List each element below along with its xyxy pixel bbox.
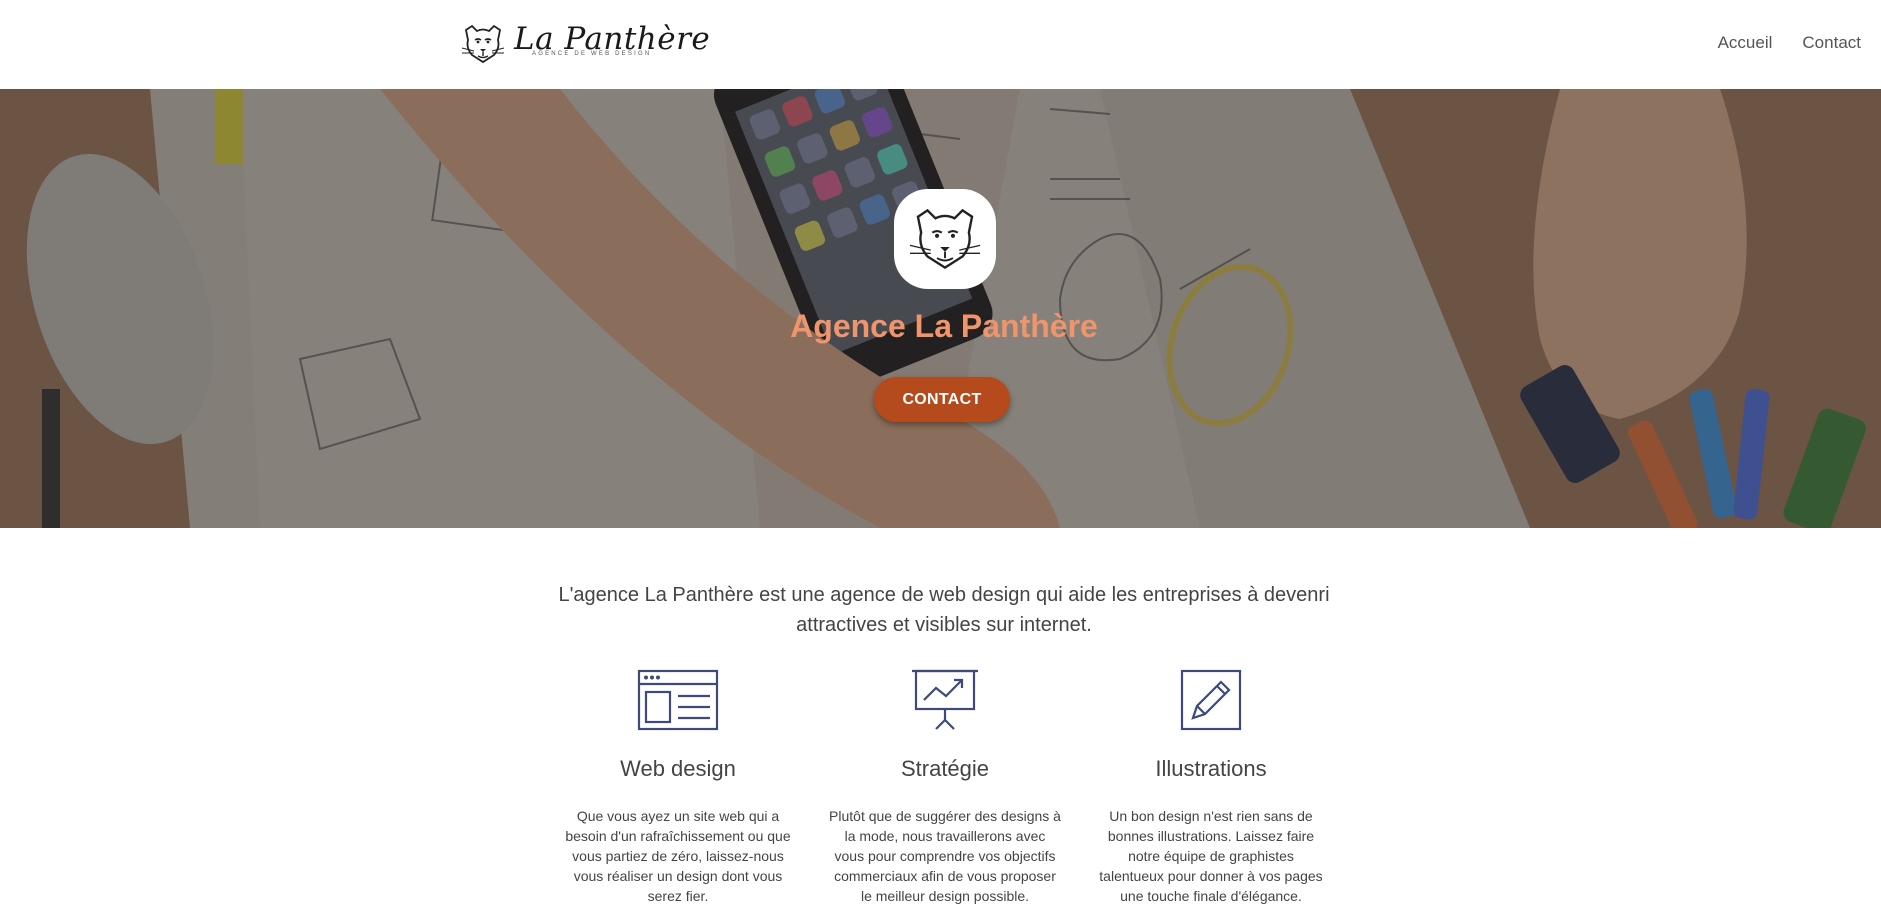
hero-logo-badge [894,189,996,289]
pencil-edit-icon [1180,669,1242,731]
logo-wordmark: La Panthère AGENCE DE WEB DESIGN [514,22,710,66]
nav-link-accueil[interactable]: Accueil [1718,33,1773,53]
logo-tagline: AGENCE DE WEB DESIGN [532,51,652,57]
site-logo[interactable]: La Panthère AGENCE DE WEB DESIGN [460,22,710,66]
service-illustrations: Illustrations Un bon design n'est rien s… [1086,668,1336,904]
main-nav: Accueil Contact [1718,33,1861,53]
site-header: La Panthère AGENCE DE WEB DESIGN Accueil… [0,0,1881,89]
service-title: Stratégie [900,756,990,781]
service-description: Plutôt que de suggérer des designs à la … [829,808,1061,904]
nav-link-contact[interactable]: Contact [1802,33,1861,53]
panther-logo-icon [461,24,505,64]
presentation-chart-icon [912,669,978,730]
hero-banner: Agence La Panthère CONTACT [0,89,1881,528]
service-web-design: Web design Que vous ayez un site web qui… [553,668,803,904]
hero-title: Agence La Panthère [790,308,1098,344]
service-title: Web design [620,756,736,781]
service-strategie: Stratégie Plutôt que de suggérer des des… [820,668,1070,904]
contact-button[interactable]: CONTACT [874,377,1010,422]
service-description: Que vous ayez un site web qui a besoin d… [565,808,791,904]
service-description: Un bon design n'est rien sans de bonnes … [1099,808,1323,904]
panther-head-icon [909,208,981,270]
service-title: Illustrations [1155,756,1267,781]
intro-text: L'agence La Panthère est une agence de w… [558,584,1330,636]
browser-window-icon [637,669,719,731]
